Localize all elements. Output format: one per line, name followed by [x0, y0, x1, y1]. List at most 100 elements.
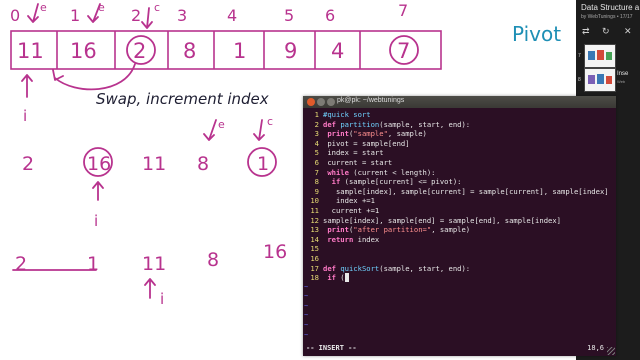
line-number: 13: [310, 225, 319, 235]
code-token: (: [335, 273, 345, 283]
code-line[interactable]: 17 def quickSort(sample, start, end):: [303, 264, 616, 274]
code-token: sample[index], sample[current] = sample[…: [323, 186, 609, 196]
close-window-button[interactable]: [307, 98, 315, 106]
line-number: 6: [314, 157, 319, 167]
code-token: "after partition=": [353, 225, 432, 235]
loop-icon[interactable]: ↻: [602, 26, 610, 37]
index-label: 5: [284, 6, 294, 25]
code-token: index = start: [323, 148, 384, 158]
resize-grip-icon[interactable]: [607, 347, 615, 355]
code-token: (sample, start, end):: [379, 263, 471, 273]
line-number: 16: [310, 253, 319, 263]
playlist-item-number: 8: [578, 77, 581, 83]
array-cell: 11: [17, 39, 44, 63]
line-number: 4: [314, 138, 319, 148]
playlist-title[interactable]: Data Structure a: [581, 3, 639, 12]
code-token: , sample): [387, 129, 427, 139]
code-token: while: [327, 167, 349, 177]
code-line[interactable]: 6 current = start: [303, 158, 616, 168]
vim-status-line: -- INSERT -- 18,6: [303, 344, 616, 354]
code-token: (sample[current] <= pivot):: [340, 177, 462, 187]
code-token: quickSort: [340, 263, 380, 273]
index-marker-label: i: [160, 290, 164, 308]
code-token: def: [323, 263, 336, 273]
code-token: sample[index], sample[end] = sample[end]…: [323, 215, 561, 225]
video-thumbnail[interactable]: [584, 68, 616, 92]
index-marker-arrow: [21, 74, 33, 98]
code-line[interactable]: 11 current +=1: [303, 206, 616, 216]
code-token: , sample): [431, 225, 471, 235]
empty-line-marker: ~: [304, 282, 309, 291]
array-cell: 7: [397, 39, 410, 63]
code-line[interactable]: 13 print("after partition=", sample): [303, 225, 616, 235]
index-label: 6: [325, 6, 335, 25]
row-three-value: 8: [207, 249, 219, 271]
code-token: current +=1: [323, 205, 380, 215]
code-token: def: [323, 119, 336, 129]
terminal-window[interactable]: pk@pk: ~/webtunings 1 #quick sort 2 def par…: [303, 96, 616, 356]
pivot-label: Pivot: [512, 22, 561, 46]
code-line[interactable]: 5 index = start: [303, 148, 616, 158]
code-line[interactable]: 10 index +=1: [303, 196, 616, 206]
array-cell: 16: [70, 39, 97, 63]
code-line[interactable]: 15: [303, 244, 616, 254]
line-number: 10: [310, 196, 319, 206]
code-line[interactable]: 3 print("sample", sample): [303, 129, 616, 139]
playlist-item-number: 7: [578, 53, 581, 59]
code-token: index +=1: [323, 196, 375, 206]
c-marker-arrow: [253, 119, 265, 141]
array-cell: 9: [284, 39, 297, 63]
vim-mode-indicator: -- INSERT --: [306, 344, 357, 352]
line-number: 11: [310, 205, 319, 215]
code-token: if: [327, 273, 336, 283]
code-line[interactable]: 4 pivot = sample[end]: [303, 139, 616, 149]
shuffle-icon[interactable]: ⇄: [582, 26, 590, 37]
close-icon[interactable]: ✕: [624, 26, 632, 37]
row-two-value: 8: [197, 153, 209, 175]
index-marker-label: i: [23, 107, 27, 125]
row-three-value: 1: [87, 253, 99, 275]
index-label: 1: [70, 6, 80, 25]
array-cell: 1: [233, 39, 246, 63]
row-two-value: 1: [257, 153, 269, 175]
code-token: return: [327, 234, 354, 244]
line-number: 14: [310, 234, 319, 244]
code-line[interactable]: 18 if (: [303, 273, 616, 283]
row-two: 2 16 11 8 1 e c i: [22, 115, 277, 230]
playlist-item[interactable]: 8 Inse Web: [576, 66, 640, 96]
code-line[interactable]: 8 if (sample[current] <= pivot):: [303, 177, 616, 187]
minimize-window-button[interactable]: [317, 98, 325, 106]
video-thumbnail[interactable]: [584, 44, 616, 68]
code-line[interactable]: 7 while (current < length):: [303, 168, 616, 178]
index-marker-label: i: [94, 212, 98, 230]
terminal-titlebar[interactable]: pk@pk: ~/webtunings: [303, 96, 616, 108]
code-token: print: [327, 225, 349, 235]
empty-line-marker: ~: [304, 301, 309, 310]
vim-editor-buffer[interactable]: 1 #quick sort 2 def partition(sample, start…: [303, 110, 616, 340]
array-cell: 2: [133, 39, 146, 63]
playlist-item-channel: Web: [617, 79, 626, 84]
index-label: 3: [177, 6, 187, 25]
playlist-controls: ⇄ ↻ ✕: [580, 26, 638, 38]
code-line[interactable]: 14 return index: [303, 235, 616, 245]
line-number: 18: [310, 273, 319, 283]
code-token: #quick sort: [323, 110, 371, 119]
line-number: 15: [310, 244, 319, 254]
code-line[interactable]: 2 def partition(sample, start, end):: [303, 120, 616, 130]
code-token: (sample, start, end):: [379, 119, 471, 129]
code-line[interactable]: 16: [303, 254, 616, 264]
code-line[interactable]: 9 sample[index], sample[current] = sampl…: [303, 187, 616, 197]
code-line[interactable]: 1 #quick sort: [303, 110, 616, 120]
text-cursor: [344, 273, 349, 283]
cursor-position: 18,6: [587, 344, 604, 352]
playlist-subtitle: by WebTunings • 17/17: [581, 14, 633, 20]
code-line[interactable]: 12 sample[index], sample[end] = sample[en…: [303, 216, 616, 226]
line-number: 12: [310, 215, 319, 225]
index-marker-arrow: [144, 278, 156, 299]
maximize-window-button[interactable]: [327, 98, 335, 106]
code-token: (current < length):: [348, 167, 436, 177]
swap-note: Swap, increment index: [96, 90, 269, 108]
row-three-value: 16: [263, 241, 287, 263]
line-number: 7: [314, 167, 319, 177]
